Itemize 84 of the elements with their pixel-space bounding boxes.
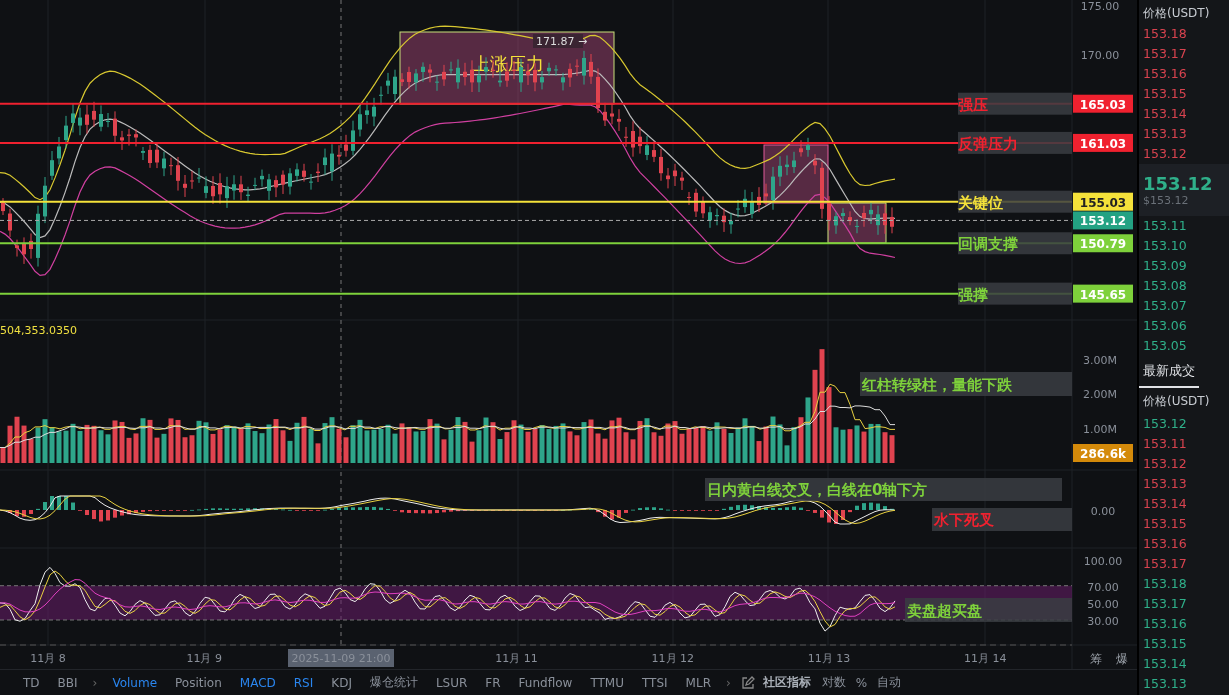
bid-price: 153.10 — [1142, 237, 1188, 255]
trade-price: 153.15 — [1142, 515, 1188, 533]
more-chevron[interactable]: › — [720, 675, 737, 690]
level-label: 强撑 — [958, 282, 1072, 305]
more-chevron[interactable]: › — [86, 675, 104, 690]
indicator-tab[interactable]: MLR — [676, 675, 720, 690]
trade-price: 153.11 — [1142, 435, 1188, 453]
last-price: 153.12 — [1143, 173, 1214, 194]
bid-price: 153.07 — [1142, 297, 1188, 315]
trade-price: 153.17 — [1142, 595, 1188, 613]
ask-price: 153.12 — [1142, 145, 1188, 163]
chart-option-button[interactable]: 爆 — [1116, 652, 1128, 666]
bid-price: 153.06 — [1142, 317, 1188, 335]
indicator-tab[interactable]: FR — [476, 675, 510, 690]
indicator-tab[interactable]: 爆仓统计 — [360, 674, 427, 691]
trade-price: 153.13 — [1142, 475, 1188, 493]
indicator-tab[interactable]: MACD — [230, 675, 285, 690]
highlight-box — [763, 144, 829, 204]
bid-price: 153.05 — [1142, 337, 1188, 355]
level-label: 反弹压力 — [958, 131, 1072, 154]
indicator-tab[interactable]: TD — [14, 675, 49, 690]
date-label: 11月 9 — [186, 652, 222, 665]
ask-price: 153.17 — [1142, 45, 1188, 63]
trade-price: 153.13 — [1142, 675, 1188, 693]
volume-tag: 286.6k — [1073, 444, 1133, 462]
last-price-usd: $153.12 — [1143, 194, 1190, 207]
axis-label: 170.00 — [1080, 49, 1120, 62]
annotation-label: 水下死叉 — [932, 508, 1072, 531]
indicator-tab[interactable]: LSUR — [426, 675, 477, 690]
annotation-label: 日内黄白线交叉，白线在0轴下方 — [705, 478, 1062, 501]
axis-label: 0.00 — [1090, 505, 1116, 518]
bid-price: 153.09 — [1142, 257, 1188, 275]
ask-price: 153.15 — [1142, 85, 1188, 103]
trade-price: 153.16 — [1142, 535, 1188, 553]
indicator-tab[interactable]: BBI — [48, 675, 87, 690]
volume-readout: 504,353.0350 — [0, 324, 77, 337]
indicator-tab[interactable]: RSI — [284, 675, 323, 690]
date-label: 11月 13 — [807, 652, 851, 665]
price-tag: 153.12 — [1073, 211, 1133, 230]
ask-price: 153.18 — [1142, 25, 1188, 43]
axis-label: 3.00M — [1083, 353, 1117, 367]
indicator-tab[interactable]: Position — [166, 675, 231, 690]
trade-price: 153.16 — [1142, 615, 1188, 633]
chart-option-button[interactable]: 筹 — [1090, 652, 1102, 666]
axis-label: 70.00 — [1087, 580, 1119, 594]
annotation-label: 卖盘超买盘 — [905, 598, 1072, 622]
level-label: 强压 — [958, 92, 1072, 115]
date-label: 11月 12 — [651, 652, 695, 665]
indicator-tab[interactable]: Volume — [103, 675, 167, 690]
axis-label: 1.00M — [1083, 422, 1117, 436]
level-label: 回调支撑 — [958, 232, 1072, 255]
axis-label: 2.00M — [1083, 388, 1117, 401]
bid-price: 153.11 — [1142, 217, 1188, 235]
scale-option-button[interactable]: 对数 — [816, 674, 851, 691]
indicator-tab[interactable]: TTMU — [581, 675, 633, 690]
scale-option-button[interactable]: % — [850, 675, 873, 690]
indicator-tab[interactable]: TTSI — [633, 675, 677, 690]
price-tag: 150.79 — [1073, 234, 1133, 253]
ask-price: 153.16 — [1142, 65, 1188, 83]
trade-price: 153.12 — [1142, 455, 1188, 473]
date-label: 11月 8 — [30, 652, 66, 665]
bid-price: 153.08 — [1142, 277, 1188, 295]
date-label: 11月 14 — [963, 652, 1007, 665]
scale-option-button[interactable]: 自动 — [872, 674, 907, 691]
trade-price: 153.14 — [1142, 495, 1188, 513]
ask-price: 153.13 — [1142, 125, 1188, 143]
date-label: 11月 11 — [495, 652, 538, 665]
column-header: 价格(USDT) — [1142, 5, 1211, 22]
edit-icon[interactable] — [740, 675, 755, 690]
trade-price: 153.15 — [1142, 635, 1188, 653]
community-indicators-button[interactable]: 社区指标 — [756, 674, 817, 691]
level-label: 关键位 — [958, 190, 1072, 213]
trade-price: 153.18 — [1142, 575, 1188, 593]
trade-price: 153.14 — [1142, 655, 1188, 673]
indicator-tab[interactable]: Fundflow — [509, 675, 582, 690]
axis-label: 50.00 — [1087, 597, 1119, 611]
axis-label: 100.00 — [1083, 555, 1123, 568]
trade-price: 153.17 — [1142, 555, 1188, 573]
trade-price: 153.12 — [1142, 415, 1188, 433]
axis-label: 175.00 — [1080, 0, 1120, 13]
indicator-tab[interactable]: KDJ — [322, 675, 361, 690]
axis-label: 30.00 — [1087, 615, 1119, 628]
annotation-label: 红柱转绿柱，量能下跌 — [860, 372, 1072, 396]
ask-price: 153.14 — [1142, 105, 1188, 123]
